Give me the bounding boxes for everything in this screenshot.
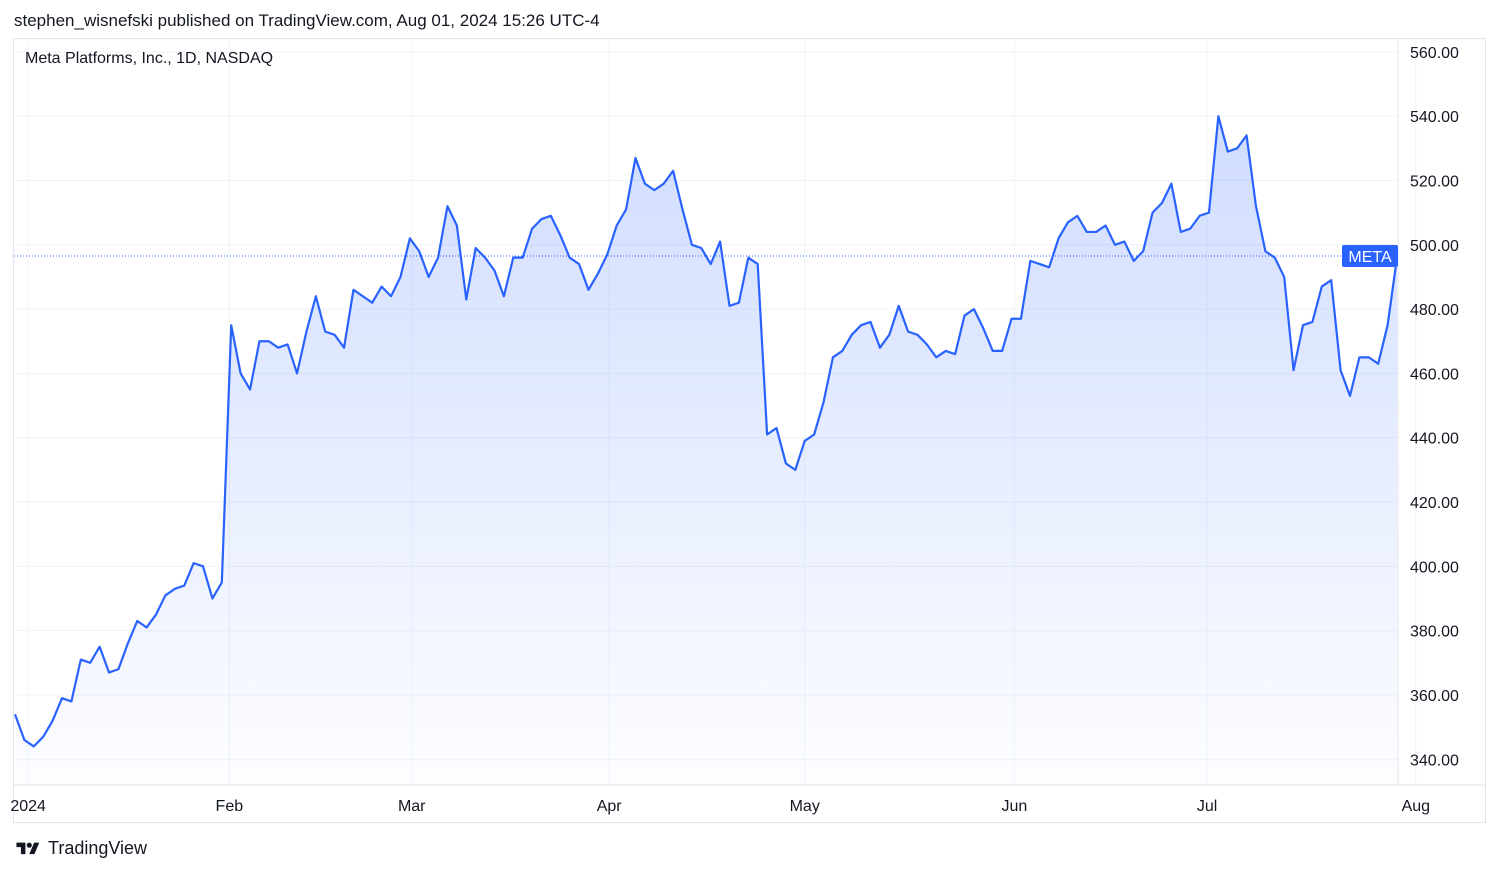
x-tick-label: Jul (1197, 798, 1217, 815)
brand-name: TradingView (48, 838, 148, 858)
x-tick-label: Feb (216, 798, 244, 815)
y-tick-label: 360.00 (1410, 688, 1459, 705)
tradingview-logo-icon (16, 842, 40, 854)
x-tick-label: Aug (1402, 798, 1430, 815)
y-tick-label: 380.00 (1410, 624, 1459, 641)
y-tick-label: 500.00 (1410, 238, 1459, 255)
y-tick-label: 340.00 (1410, 752, 1459, 769)
symbol-tag: META (1342, 245, 1398, 268)
y-tick-label: 440.00 (1410, 431, 1459, 448)
y-tick-label: 420.00 (1410, 495, 1459, 512)
x-tick-label: Jun (1001, 798, 1027, 815)
x-tick-label: 2024 (10, 798, 46, 815)
x-tick-label: Apr (597, 798, 623, 815)
symbol-tag-label: META (1348, 249, 1392, 266)
x-tick-label: May (790, 798, 820, 815)
y-tick-label: 540.00 (1410, 109, 1459, 126)
x-tick-label: Mar (398, 798, 426, 815)
price-chart[interactable]: 340.00 360.00 380.00 400.00 420.00 440.00 460.… (0, 0, 1500, 873)
y-tick-label: 460.00 (1410, 366, 1459, 383)
y-tick-label: 480.00 (1410, 302, 1459, 319)
symbol-title: Meta Platforms, Inc., 1D, NASDAQ (25, 50, 274, 67)
y-tick-label: 560.00 (1410, 45, 1459, 62)
y-tick-label: 520.00 (1410, 173, 1459, 190)
footer-brand[interactable]: TradingView (14, 838, 147, 859)
price-area-fill (15, 116, 1397, 785)
y-tick-label: 400.00 (1410, 559, 1459, 576)
